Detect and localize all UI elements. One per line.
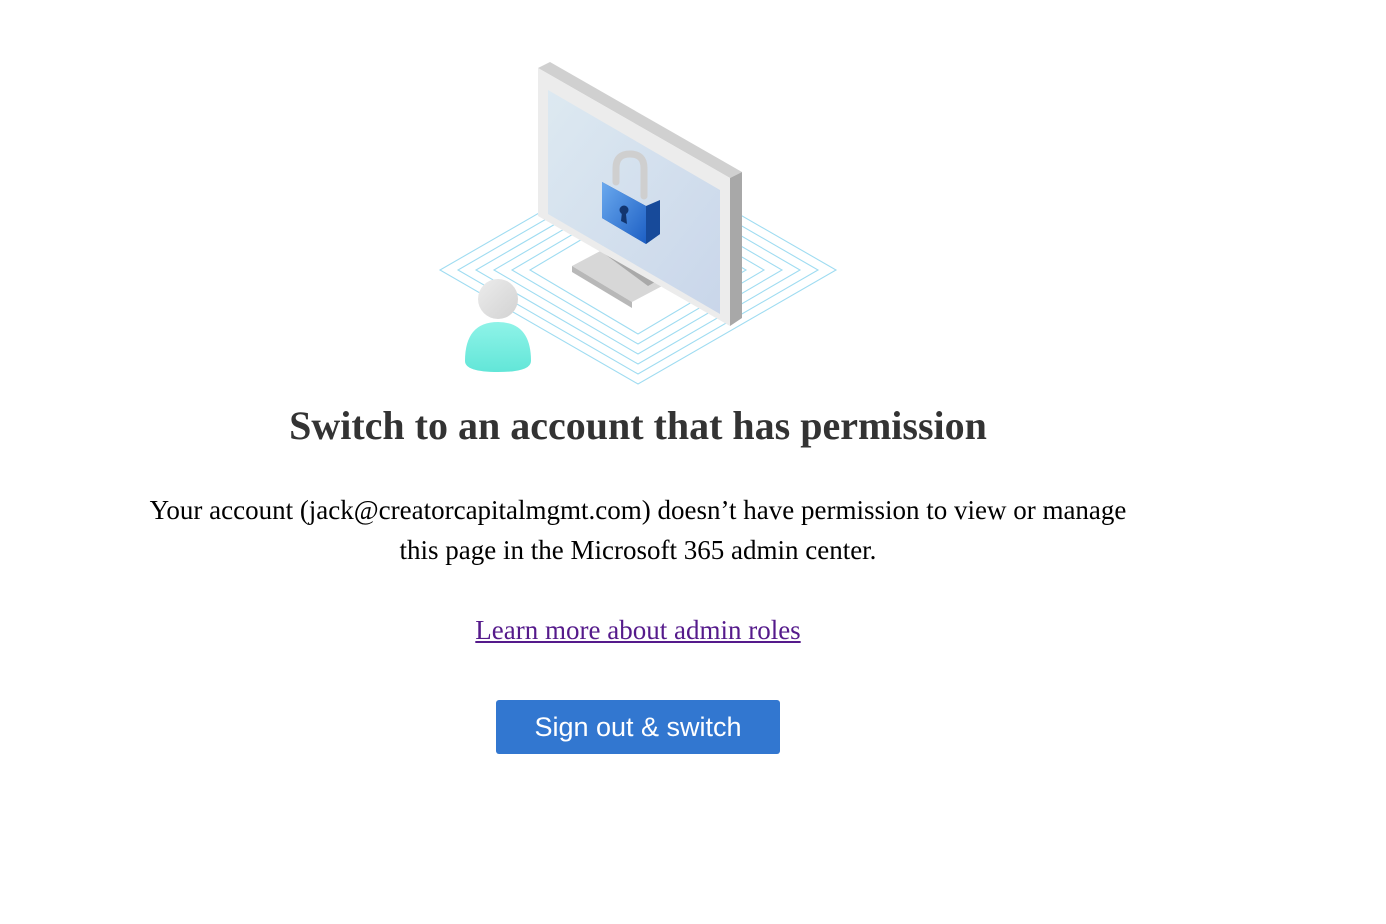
learn-more-container: Learn more about admin roles [0,612,1276,648]
permission-page: Switch to an account that has permission… [0,0,1386,924]
message-line-2: this page in the Microsoft 365 admin cen… [399,535,877,565]
permission-message: Your account (jack@creatorcapitalmgmt.co… [118,490,1158,570]
learn-more-link[interactable]: Learn more about admin roles [475,615,800,645]
user-icon [465,279,531,372]
sign-out-switch-button[interactable]: Sign out & switch [496,700,780,754]
locked-computer-illustration [438,62,838,385]
page-title: Switch to an account that has permission [289,403,987,448]
message-line-1: Your account (jack@creatorcapitalmgmt.co… [149,495,1127,525]
